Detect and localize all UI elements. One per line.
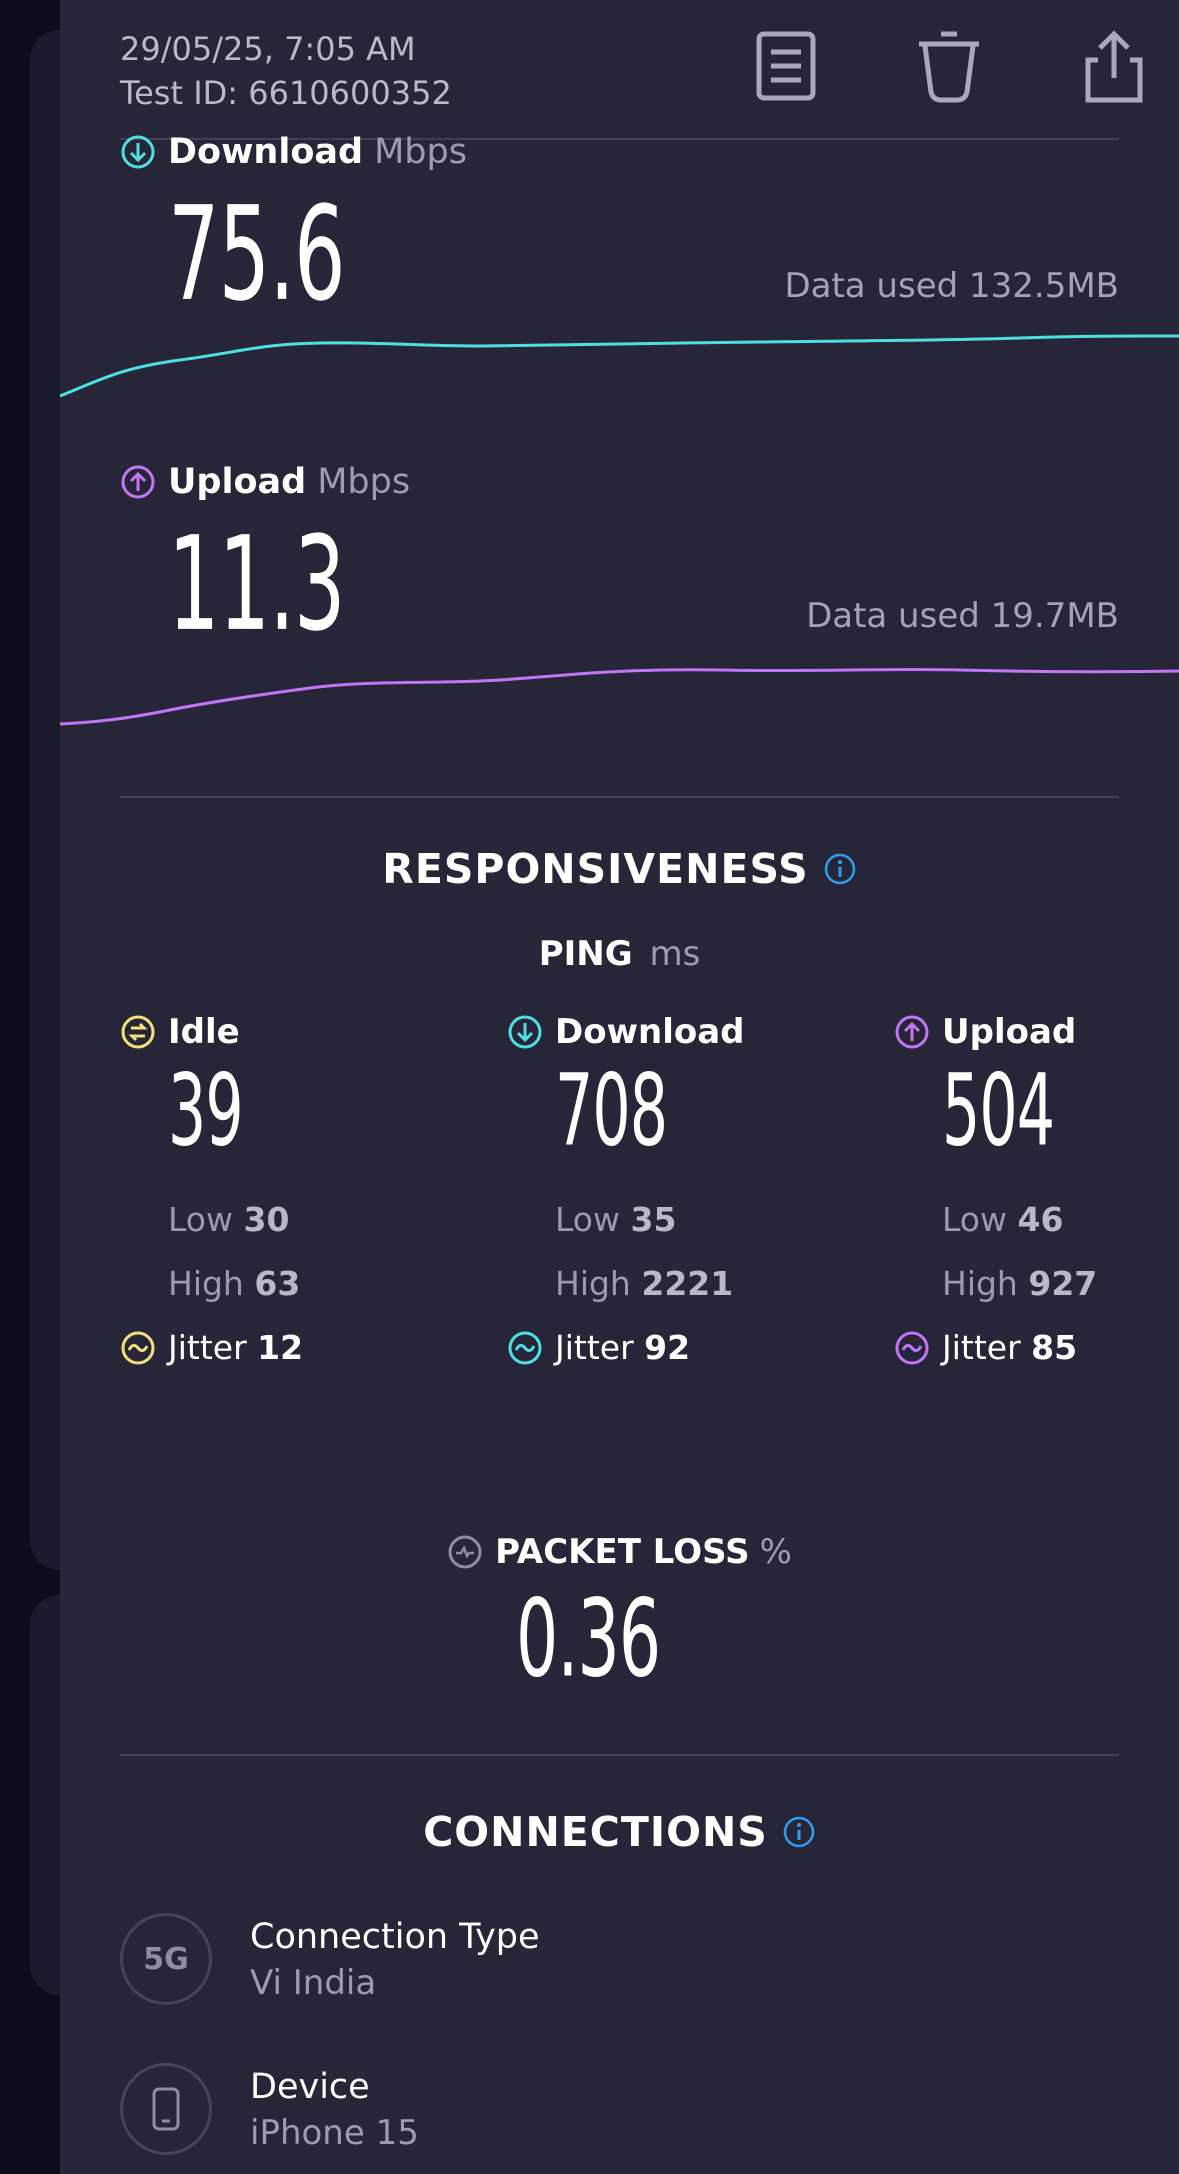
ping-idle-column: Idle 39 Low 30 High 63 Jitter 12 bbox=[120, 1012, 420, 1392]
idle-low-value: 30 bbox=[243, 1200, 290, 1239]
share-icon[interactable] bbox=[1082, 30, 1146, 104]
document-icon[interactable] bbox=[755, 30, 819, 104]
upload-unit: Mbps bbox=[317, 462, 411, 502]
idle-high-label: High bbox=[168, 1264, 244, 1303]
section-divider bbox=[120, 796, 1119, 798]
upload-low: Low 46 bbox=[942, 1200, 1063, 1239]
upload-arrow-icon bbox=[120, 464, 156, 500]
upload-label: Upload bbox=[168, 462, 307, 502]
ping-unit: ms bbox=[649, 934, 701, 974]
idle-ping-value: 39 bbox=[168, 1052, 244, 1168]
upload-jitter-value: 85 bbox=[1031, 1328, 1078, 1367]
ping-title: PING bbox=[538, 934, 633, 974]
download-high-value: 2221 bbox=[641, 1264, 734, 1303]
connection-type-row: 5G Connection Type Vi India bbox=[120, 1913, 1119, 2013]
upload-high-value: 927 bbox=[1028, 1264, 1098, 1303]
download-unit: Mbps bbox=[374, 132, 467, 172]
ping-upload-header: Upload bbox=[894, 1012, 1076, 1052]
info-icon[interactable] bbox=[823, 852, 857, 886]
download-low-value: 35 bbox=[630, 1200, 677, 1239]
device-value: iPhone 15 bbox=[250, 2113, 419, 2153]
idle-low-label: Low bbox=[168, 1200, 233, 1239]
upload-ping-label: Upload bbox=[942, 1012, 1077, 1052]
download-speed-graph bbox=[60, 288, 1179, 408]
upload-low-label: Low bbox=[942, 1200, 1007, 1239]
download-label: Download bbox=[168, 132, 364, 172]
packet-loss-unit: % bbox=[759, 1532, 792, 1572]
download-low: Low 35 bbox=[555, 1200, 676, 1239]
ping-label: PING ms bbox=[60, 934, 1179, 974]
idle-jitter: Jitter 12 bbox=[120, 1328, 303, 1367]
download-jitter-label: Jitter bbox=[555, 1328, 634, 1367]
trash-icon[interactable] bbox=[917, 30, 981, 104]
result-detail-sheet: 29/05/25, 7:05 AM Test ID: 6610600352 Do… bbox=[60, 0, 1179, 2174]
upload-low-value: 46 bbox=[1017, 1200, 1064, 1239]
idle-icon bbox=[120, 1014, 156, 1050]
packet-loss-icon bbox=[447, 1534, 483, 1570]
5g-icon: 5G bbox=[120, 1913, 212, 2005]
download-speed-header: Download Mbps bbox=[120, 132, 467, 172]
packet-loss-value: 0.36 bbox=[516, 1578, 661, 1702]
upload-jitter-label: Jitter bbox=[942, 1328, 1021, 1367]
download-arrow-icon bbox=[120, 134, 156, 170]
idle-low: Low 30 bbox=[168, 1200, 289, 1239]
idle-jitter-label: Jitter bbox=[168, 1328, 247, 1367]
upload-high: High 927 bbox=[942, 1264, 1097, 1303]
upload-high-label: High bbox=[942, 1264, 1018, 1303]
ping-download-column: Download 708 Low 35 High 2221 Jitter 92 bbox=[507, 1012, 807, 1392]
responsiveness-title: RESPONSIVENESS bbox=[60, 845, 1179, 893]
responsiveness-label: RESPONSIVENESS bbox=[382, 845, 809, 893]
connection-type-value: Vi India bbox=[250, 1963, 377, 2003]
device-title: Device bbox=[250, 2067, 370, 2107]
ping-idle-header: Idle bbox=[120, 1012, 240, 1052]
ping-download-header: Download bbox=[507, 1012, 745, 1052]
phone-icon bbox=[120, 2063, 212, 2155]
download-high: High 2221 bbox=[555, 1264, 733, 1303]
ping-upload-column: Upload 504 Low 46 High 927 Jitter 85 bbox=[894, 1012, 1179, 1392]
device-row: Device iPhone 15 bbox=[120, 2063, 1119, 2163]
idle-high: High 63 bbox=[168, 1264, 300, 1303]
packet-loss-label: PACKET LOSS bbox=[495, 1532, 750, 1572]
upload-arrow-icon bbox=[894, 1014, 930, 1050]
download-ping-label: Download bbox=[555, 1012, 745, 1052]
download-ping-value: 708 bbox=[555, 1052, 668, 1168]
section-divider bbox=[120, 1754, 1119, 1756]
packet-loss-header: PACKET LOSS % bbox=[60, 1532, 1179, 1572]
upload-speed-header: Upload Mbps bbox=[120, 462, 410, 502]
download-jitter-value: 92 bbox=[644, 1328, 691, 1367]
upload-ping-value: 504 bbox=[942, 1052, 1055, 1168]
idle-label: Idle bbox=[168, 1012, 240, 1052]
connections-title: CONNECTIONS bbox=[60, 1808, 1179, 1856]
test-datetime: 29/05/25, 7:05 AM bbox=[120, 30, 416, 68]
upload-speed-graph bbox=[60, 618, 1179, 738]
jitter-icon bbox=[120, 1330, 156, 1366]
connections-label: CONNECTIONS bbox=[423, 1808, 768, 1856]
download-low-label: Low bbox=[555, 1200, 620, 1239]
info-icon[interactable] bbox=[782, 1815, 816, 1849]
download-arrow-icon bbox=[507, 1014, 543, 1050]
jitter-icon bbox=[894, 1330, 930, 1366]
idle-high-value: 63 bbox=[254, 1264, 301, 1303]
jitter-icon bbox=[507, 1330, 543, 1366]
idle-jitter-value: 12 bbox=[257, 1328, 304, 1367]
download-high-label: High bbox=[555, 1264, 631, 1303]
upload-jitter: Jitter 85 bbox=[894, 1328, 1077, 1367]
test-id: Test ID: 6610600352 bbox=[120, 74, 452, 112]
download-jitter: Jitter 92 bbox=[507, 1328, 690, 1367]
connection-type-title: Connection Type bbox=[250, 1917, 540, 1957]
